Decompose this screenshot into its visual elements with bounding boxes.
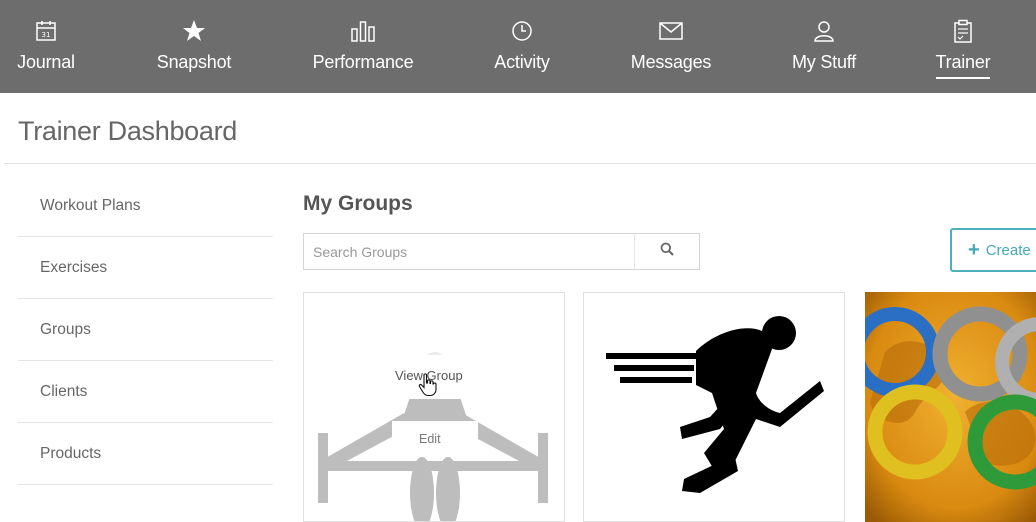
create-group-button[interactable]: + Create N — [950, 228, 1036, 272]
sidebar-item-clients[interactable]: Clients — [18, 361, 273, 423]
calendar-day: 31 — [42, 31, 51, 39]
bar-chart-icon — [351, 18, 375, 44]
nav-label: Messages — [630, 52, 712, 72]
nav-messages[interactable]: Messages — [631, 0, 711, 93]
nav-snapshot[interactable]: Snapshot — [156, 0, 232, 93]
nav-journal[interactable]: 31 Journal — [17, 0, 75, 93]
nav-label: My Stuff — [791, 52, 857, 72]
sidebar: Workout Plans Exercises Groups Clients P… — [18, 175, 273, 485]
nav-my-stuff[interactable]: My Stuff — [792, 0, 856, 93]
group-card[interactable]: View Group Edit — [303, 292, 565, 522]
create-label: Create N — [985, 241, 1036, 259]
plus-icon: + — [968, 239, 980, 261]
search-box — [303, 233, 700, 270]
header-divider — [4, 163, 1036, 164]
sidebar-item-workout-plans[interactable]: Workout Plans — [18, 175, 273, 237]
envelope-icon — [659, 18, 683, 44]
olympic-rings-image — [865, 292, 1036, 522]
clock-icon — [511, 18, 533, 44]
nav-label: Journal — [17, 52, 75, 72]
search-icon — [660, 242, 674, 261]
section-title: My Groups — [303, 192, 413, 215]
sidebar-item-groups[interactable]: Groups — [18, 299, 273, 361]
nav-label: Activity — [494, 52, 550, 72]
nav-label: Performance — [312, 52, 414, 72]
top-nav: 31 Journal Snapshot Performance Activity… — [0, 0, 1036, 93]
star-icon — [182, 18, 206, 44]
sidebar-item-products[interactable]: Products — [18, 423, 273, 485]
nav-performance[interactable]: Performance — [312, 0, 414, 93]
group-card[interactable] — [583, 292, 845, 522]
group-card[interactable] — [865, 292, 1036, 522]
clipboard-icon — [953, 18, 973, 44]
nav-activity[interactable]: Activity — [494, 0, 550, 93]
hand-cursor-icon — [418, 373, 437, 397]
calendar-icon: 31 — [35, 18, 57, 44]
search-input[interactable] — [304, 234, 635, 269]
page-title: Trainer Dashboard — [18, 116, 238, 146]
nav-label: Trainer — [935, 52, 991, 79]
sidebar-item-exercises[interactable]: Exercises — [18, 237, 273, 299]
nav-label: Snapshot — [156, 52, 232, 72]
running-man-image — [606, 316, 824, 493]
nav-trainer[interactable]: Trainer — [935, 0, 991, 93]
user-icon — [813, 18, 835, 44]
edit-group-link[interactable]: Edit — [419, 432, 441, 446]
weightlifter-image — [318, 352, 548, 521]
search-button[interactable] — [635, 234, 699, 269]
